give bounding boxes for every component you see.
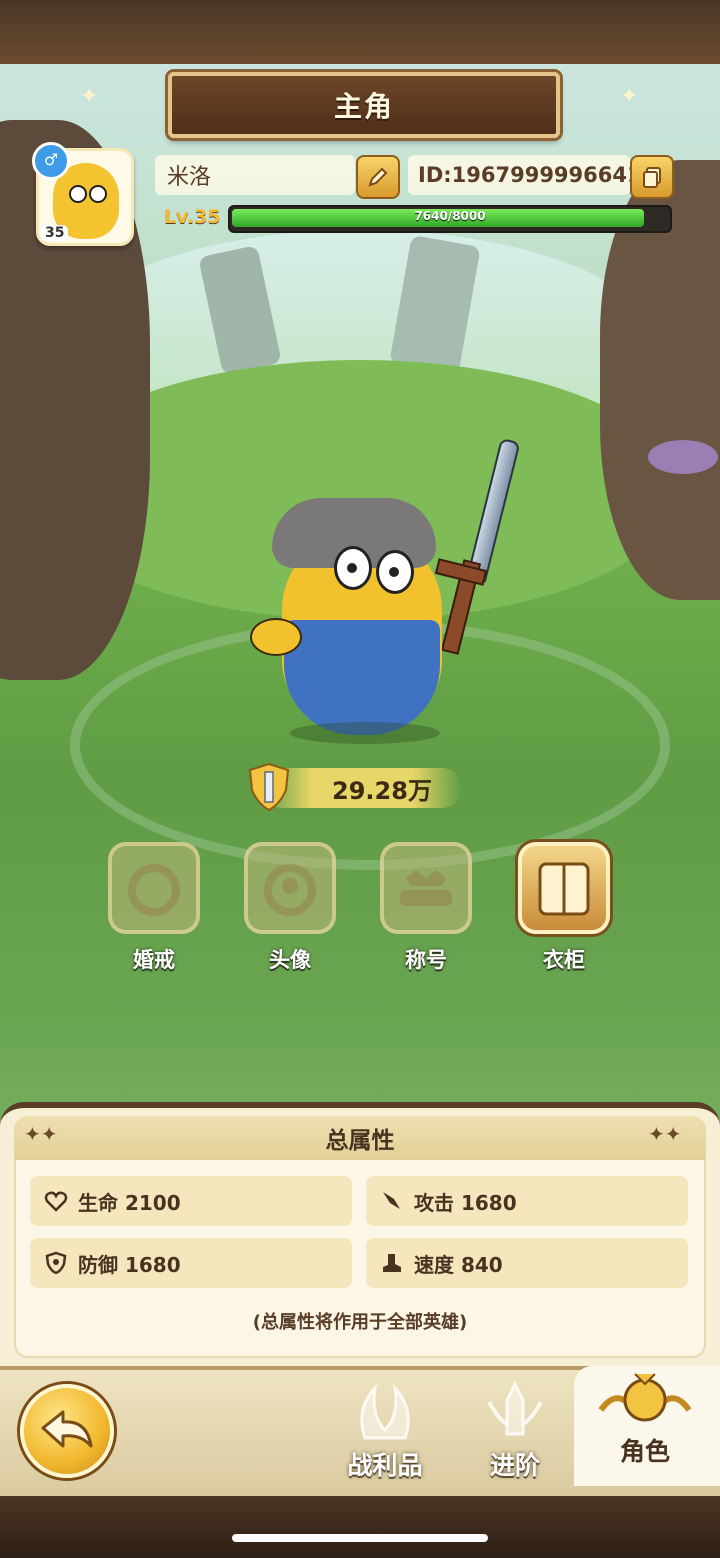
back-button[interactable]	[20, 1384, 114, 1478]
hero-shadow	[290, 722, 440, 744]
combat-power-icon	[248, 762, 290, 812]
tab-advance[interactable]: 进阶	[460, 1380, 570, 1490]
advance-icon	[487, 1380, 543, 1436]
title-button[interactable]	[380, 842, 472, 934]
level-label: Lv.35	[164, 206, 221, 228]
boot-icon	[383, 1254, 401, 1272]
wardrobe-button[interactable]	[518, 842, 610, 934]
combat-power: 29.28万	[262, 768, 462, 808]
xp-text: 7640/8000	[414, 209, 486, 223]
tab-character[interactable]: 角色	[590, 1370, 700, 1480]
hero-arm	[250, 618, 302, 656]
avatar-frame-icon	[264, 864, 316, 916]
ring-icon	[128, 864, 180, 916]
avatar-frame-label: 头像	[269, 948, 311, 972]
character-icon	[598, 1373, 692, 1422]
tab-advance-label: 进阶	[489, 1451, 540, 1480]
player-name: 米洛	[155, 155, 355, 195]
attr-hp-text: 生命 2100	[78, 1190, 181, 1215]
title-banner: 主角	[168, 72, 560, 138]
bottom-frame	[0, 1496, 720, 1558]
header-star-icon: ✦✦	[648, 1122, 682, 1146]
xp-bar: 7640/8000	[228, 205, 672, 233]
page-title: 主角	[333, 90, 394, 123]
combat-power-value: 29.28万	[332, 776, 432, 805]
attr-defense: 防御 1680	[30, 1238, 352, 1288]
wardrobe-icon	[538, 862, 590, 916]
ring-button[interactable]	[108, 842, 200, 934]
player-name-text: 米洛	[167, 165, 212, 190]
attributes-header: 总属性	[14, 1116, 706, 1160]
title-label: 称号	[405, 948, 447, 972]
hero-eye	[376, 550, 414, 594]
tab-loot-label: 战利品	[347, 1451, 423, 1480]
sword-icon	[383, 1192, 400, 1209]
attr-speed: 速度 840	[366, 1238, 688, 1288]
player-id: ID:1967999996641	[408, 155, 642, 195]
crown-banner-icon	[400, 870, 452, 906]
tab-character-label: 角色	[619, 1437, 670, 1466]
copy-icon	[643, 167, 661, 188]
male-gender-icon: ♂	[32, 142, 70, 180]
player-id-text: ID:1967999996641	[418, 163, 642, 187]
tab-loot[interactable]: 战利品	[330, 1380, 440, 1490]
shield-icon	[45, 1251, 67, 1275]
rename-button[interactable]	[356, 155, 400, 199]
attributes-note: (总属性将作用于全部英雄)	[252, 1312, 468, 1333]
ring-label: 婚戒	[133, 948, 175, 972]
back-arrow-icon	[41, 1410, 93, 1448]
wardrobe-label: 衣柜	[543, 948, 585, 972]
attr-defense-text: 防御 1680	[78, 1252, 181, 1277]
game-scene: ✦ ✦ 主角 35 ♂ 米洛 ID:1967999996641 Lv.35 76…	[0, 0, 720, 1558]
heart-icon	[44, 1191, 68, 1212]
avatar-frame-button[interactable]	[244, 842, 336, 934]
attr-speed-text: 速度 840	[414, 1252, 503, 1277]
banner-star-icon: ✦	[80, 84, 99, 109]
hero-eye	[334, 546, 372, 590]
attr-hp: 生命 2100	[30, 1176, 352, 1226]
attributes-title: 总属性	[325, 1128, 395, 1154]
attr-attack-text: 攻击 1680	[414, 1190, 517, 1215]
banner-star-icon: ✦	[620, 84, 639, 109]
header-star-icon: ✦✦	[24, 1122, 58, 1146]
mushroom-decoration	[648, 440, 718, 474]
attr-attack: 攻击 1680	[366, 1176, 688, 1226]
pencil-icon	[368, 167, 388, 187]
copy-id-button[interactable]	[630, 155, 674, 199]
home-indicator[interactable]	[232, 1534, 488, 1542]
avatar-level: 35	[41, 225, 69, 241]
loot-icon	[360, 1383, 410, 1440]
top-frame	[0, 0, 720, 64]
